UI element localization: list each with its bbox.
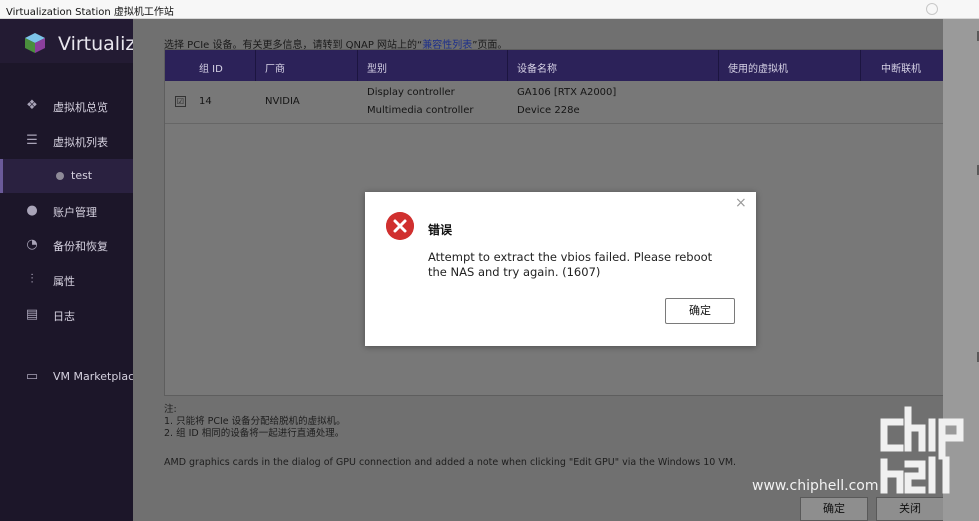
note-1: 1. 只能将 PCIe 设备分配给脱机的虚拟机。	[164, 416, 346, 427]
sidebar-item-label: VM Marketplace	[53, 370, 141, 383]
sidebar-item-backup[interactable]: ◔ 备份和恢复	[0, 228, 133, 262]
sidebar-item-label: 账户管理	[53, 206, 97, 219]
sidebar-item-overview[interactable]: ❖ 虚拟机总览	[0, 89, 133, 123]
backup-icon: ◔	[26, 237, 38, 252]
amd-note: AMD graphics cards in the dialog of GPU …	[164, 457, 737, 468]
error-dialog: × 错误 Attempt to extract the vbios failed…	[365, 192, 756, 346]
column-header-device-name[interactable]: 设备名称	[517, 60, 557, 75]
cell-type-1: Display controller	[367, 87, 455, 98]
error-icon	[386, 212, 414, 240]
close-button[interactable]: 关闭	[876, 497, 944, 521]
sidebar-item-properties[interactable]: ⫶ 属性	[0, 263, 133, 297]
app-name: Virtualiz	[58, 33, 136, 55]
brand-header: Virtualiz	[0, 19, 136, 63]
list-icon: ☰	[26, 133, 38, 148]
cell-vendor: NVIDIA	[265, 96, 300, 107]
table-header: 组 ID 厂商 型别 设备名称 使用的虚拟机 中断联机	[165, 50, 944, 81]
sidebar-item-marketplace[interactable]: ▭ VM Marketplace	[0, 360, 141, 394]
table-row[interactable]: ☑ 14 NVIDIA Display controller Multimedi…	[165, 81, 944, 124]
marketplace-icon: ▭	[25, 369, 39, 384]
close-icon[interactable]: ×	[735, 196, 747, 210]
sidebar-item-label: 日志	[53, 310, 75, 323]
cell-device-1: GA106 [RTX A2000]	[517, 87, 617, 98]
row-checkbox[interactable]: ☑	[175, 96, 186, 107]
cell-group-id: 14	[199, 96, 212, 107]
notes-title: 注:	[164, 404, 177, 415]
account-icon: ●	[26, 203, 38, 218]
dialog-ok-button[interactable]: 确定	[665, 298, 735, 324]
sidebar-item-vm-list[interactable]: ☰ 虚拟机列表	[0, 124, 133, 158]
sidebar-item-label: 虚拟机列表	[53, 136, 108, 149]
chiphell-logo-icon	[880, 406, 964, 494]
dialog-message: Attempt to extract the vbios failed. Ple…	[428, 250, 713, 279]
sidebar: Virtualiz ❖ 虚拟机总览 ☰ 虚拟机列表 test ● 账户管理 ◔ …	[0, 19, 141, 521]
confirm-button[interactable]: 确定	[800, 497, 868, 521]
sidebar-item-accounts[interactable]: ● 账户管理	[0, 194, 133, 228]
sidebar-item-label: 属性	[53, 275, 75, 288]
search-icon[interactable]	[926, 3, 938, 15]
sidebar-item-label: 虚拟机总览	[53, 101, 108, 114]
note-2: 2. 组 ID 相同的设备将一起进行直通处理。	[164, 428, 345, 439]
column-header-group-id[interactable]: 组 ID	[199, 60, 223, 75]
sidebar-item-label: 备份和恢复	[53, 240, 108, 253]
sidebar-item-logs[interactable]: ▤ 日志	[0, 298, 133, 332]
notes: 注: 1. 只能将 PCIe 设备分配给脱机的虚拟机。 2. 组 ID 相同的设…	[164, 404, 346, 440]
app-logo-icon	[25, 33, 45, 53]
column-header-vendor[interactable]: 厂商	[265, 60, 285, 75]
cell-device-2: Device 228e	[517, 105, 580, 116]
sidebar-item-vm-test[interactable]: test	[0, 159, 136, 193]
sidebar-item-label: test	[71, 169, 93, 182]
column-header-type[interactable]: 型别	[367, 60, 387, 75]
overview-icon: ❖	[26, 98, 38, 113]
vm-status-dot-icon	[56, 172, 64, 180]
column-header-disconnect[interactable]: 中断联机	[881, 60, 921, 75]
window-titlebar: Virtualization Station 虚拟机工作站	[0, 0, 979, 19]
properties-icon: ⫶	[30, 272, 34, 287]
column-header-used-vm[interactable]: 使用的虚拟机	[728, 60, 788, 75]
dialog-title: 错误	[428, 223, 453, 237]
window-title: Virtualization Station 虚拟机工作站	[6, 7, 174, 18]
cell-type-2: Multimedia controller	[367, 105, 474, 116]
watermark-url: www.chiphell.com	[752, 478, 879, 494]
log-icon: ▤	[25, 307, 39, 322]
